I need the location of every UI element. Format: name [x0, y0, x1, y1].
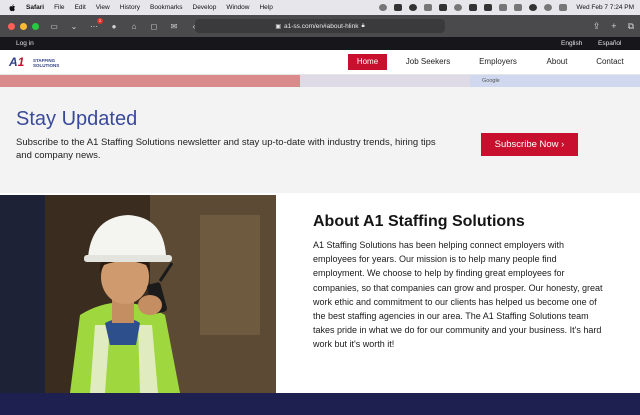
menu-bar-status-area: Wed Feb 7 7:24 PM — [379, 0, 634, 15]
tab-overview-icon[interactable]: ⧉ — [628, 21, 634, 32]
logo-mark-letter: A — [9, 55, 18, 69]
extension-badge: 2 — [97, 17, 103, 24]
newsletter-title: Stay Updated — [16, 108, 138, 130]
status-battery-icon[interactable] — [514, 4, 523, 11]
search-icon[interactable] — [544, 4, 553, 11]
new-tab-icon[interactable]: + — [611, 21, 616, 31]
main-navigation: A1 STAFFING SOLUTIONS Home Job Seekers E… — [0, 50, 640, 75]
about-text: A1 Staffing Solutions has been helping c… — [313, 240, 603, 350]
newsletter-text: Subscribe to the A1 Staffing Solutions n… — [16, 137, 436, 161]
menu-file[interactable]: File — [54, 4, 64, 11]
logo-line-2: SOLUTIONS — [33, 63, 60, 68]
menu-history[interactable]: History — [120, 4, 140, 11]
logo-mark: A1 — [9, 56, 24, 69]
status-cloud-icon[interactable] — [409, 4, 418, 11]
apple-icon[interactable] — [9, 3, 16, 12]
status-controller-icon[interactable] — [394, 4, 403, 11]
menu-bookmarks[interactable]: Bookmarks — [150, 4, 183, 11]
about-title: About A1 Staffing Solutions — [313, 213, 525, 230]
language-english-link[interactable]: English — [561, 40, 582, 47]
minimize-window-button[interactable] — [20, 22, 27, 30]
menu-develop[interactable]: Develop — [193, 4, 217, 11]
worker-photo — [0, 195, 276, 393]
map-region — [0, 75, 300, 87]
wifi-icon[interactable] — [529, 4, 538, 11]
nav-home[interactable]: Home — [348, 54, 387, 70]
tab-group-chevron-icon[interactable]: ⌄ — [69, 22, 79, 31]
map-region-2 — [300, 75, 470, 87]
nav-employers[interactable]: Employers — [473, 54, 523, 70]
nav-contact[interactable]: Contact — [590, 54, 630, 70]
toolbar-right-actions: ⇪ + ⧉ — [593, 15, 634, 37]
close-window-button[interactable] — [8, 22, 15, 30]
share-box-icon[interactable]: ◻ — [149, 22, 159, 31]
site-top-bar: Log in English Español — [0, 37, 640, 50]
safari-toolbar: ▭ ⌄ ⋯ 2 ● ⌂ ◻ ✉ ‹ ▣ a1-ss.com/en#about-hl… — [0, 15, 640, 37]
logo-text: STAFFING SOLUTIONS — [33, 58, 59, 68]
address-bar[interactable]: ▣ a1-ss.com/en#about-hlink 🔒︎ — [195, 19, 445, 33]
worker-illustration — [0, 195, 276, 393]
subscribe-now-button[interactable]: Subscribe Now › — [481, 133, 578, 156]
status-sound-icon[interactable] — [499, 4, 508, 11]
page-icon: ▣ — [275, 23, 282, 30]
status-monitor-icon[interactable] — [484, 4, 493, 11]
menu-window[interactable]: Window — [226, 4, 249, 11]
newsletter-section: Stay Updated Subscribe to the A1 Staffin… — [0, 87, 640, 193]
site-logo[interactable]: A1 STAFFING SOLUTIONS — [9, 56, 71, 70]
status-dots-icon[interactable] — [454, 4, 463, 11]
status-app-icon[interactable] — [379, 4, 388, 11]
login-link[interactable]: Log in — [16, 40, 34, 47]
extension-icon[interactable]: ● — [109, 22, 119, 31]
status-app2-icon[interactable] — [439, 4, 448, 11]
logo-mark-number: 1 — [17, 55, 25, 69]
google-map-label: Google — [482, 78, 500, 84]
zoom-window-button[interactable] — [32, 22, 39, 30]
menu-bar-clock[interactable]: Wed Feb 7 7:24 PM — [576, 4, 634, 11]
map-embed[interactable]: Google — [0, 75, 640, 87]
language-spanish-link[interactable]: Español — [598, 40, 622, 47]
nav-job-seekers[interactable]: Job Seekers — [398, 54, 458, 70]
about-section: About A1 Staffing Solutions A1 Staffing … — [276, 195, 640, 393]
lock-icon: 🔒︎ — [361, 22, 365, 29]
status-display-icon[interactable] — [469, 4, 478, 11]
mail-icon[interactable]: ✉ — [169, 22, 179, 31]
extensions-icon[interactable]: ⋯ 2 — [89, 17, 103, 31]
status-box-icon[interactable] — [424, 4, 433, 11]
footer-band — [0, 393, 640, 415]
url-text: a1-ss.com/en#about-hlink — [284, 22, 359, 30]
home-icon[interactable]: ⌂ — [129, 22, 139, 31]
nav-about[interactable]: About — [540, 54, 574, 70]
macos-menu-bar: Safari File Edit View History Bookmarks … — [0, 0, 640, 15]
menu-edit[interactable]: Edit — [75, 4, 86, 11]
menu-help[interactable]: Help — [259, 4, 272, 11]
menu-app-safari[interactable]: Safari — [26, 4, 44, 11]
menu-view[interactable]: View — [96, 4, 110, 11]
share-icon[interactable]: ⇪ — [593, 21, 601, 32]
control-center-icon[interactable] — [559, 4, 568, 11]
sidebar-toggle-icon[interactable]: ▭ — [49, 22, 59, 31]
